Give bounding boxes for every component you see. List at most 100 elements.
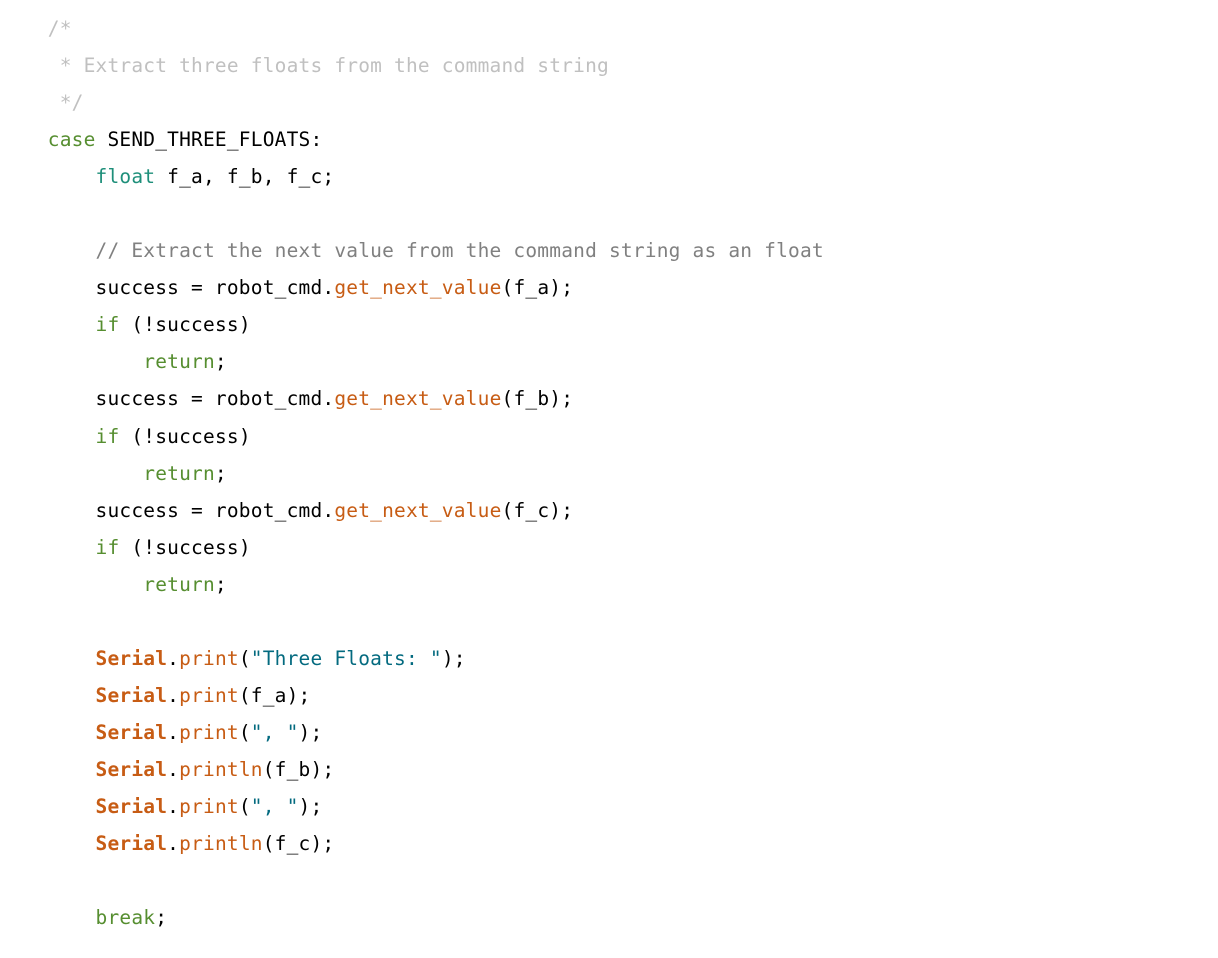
code-line: if (!success): [0, 425, 251, 448]
code-line: success = robot_cmd.get_next_value(f_a);: [0, 276, 573, 299]
code-token-keyword: break: [96, 906, 156, 929]
code-line: Serial.println(f_c);: [0, 832, 334, 855]
code-token-string: "Three Floats: ": [251, 647, 442, 670]
code-token-light-comment: */: [60, 91, 84, 114]
code-indent: [0, 462, 143, 485]
code-line: success = robot_cmd.get_next_value(f_b);: [0, 387, 573, 410]
code-indent: [0, 350, 143, 373]
code-token-black: (f_c);: [502, 499, 574, 522]
code-token-black: .: [167, 832, 179, 855]
code-indent: [0, 165, 96, 188]
code-token-black: (f_b);: [502, 387, 574, 410]
code-token-black: .: [167, 758, 179, 781]
code-line: */: [0, 91, 84, 114]
code-indent: [0, 758, 96, 781]
code-token-member: println: [179, 758, 263, 781]
code-token-black: );: [299, 795, 323, 818]
code-token-black: ;: [155, 906, 167, 929]
code-token-black: ;: [215, 573, 227, 596]
code-token-black: (!success): [119, 313, 250, 336]
code-token-dark-comment: // Extract the next value from the comma…: [96, 239, 824, 262]
code-token-serial: Serial: [96, 647, 168, 670]
code-token-black: .: [167, 647, 179, 670]
code-token-black: f_a, f_b, f_c;: [155, 165, 334, 188]
code-token-light-comment: * Extract three floats from the command …: [60, 54, 609, 77]
code-indent: [0, 647, 96, 670]
code-line: case SEND_THREE_FLOATS:: [0, 128, 322, 151]
code-line: return;: [0, 462, 227, 485]
code-line: Serial.print(", ");: [0, 795, 322, 818]
code-token-member: get_next_value: [334, 387, 501, 410]
code-indent: [0, 499, 96, 522]
code-token-keyword: if: [96, 536, 120, 559]
code-token-member: get_next_value: [334, 276, 501, 299]
code-token-black: (: [239, 721, 251, 744]
code-indent: [0, 832, 96, 855]
code-token-serial: Serial: [96, 795, 168, 818]
code-token-black: .: [167, 684, 179, 707]
code-token-keyword: return: [143, 462, 215, 485]
code-token-black: ;: [215, 350, 227, 373]
code-indent: [0, 387, 96, 410]
code-token-black: success = robot_cmd.: [96, 387, 335, 410]
code-token-member: println: [179, 832, 263, 855]
code-line: /*: [0, 17, 72, 40]
code-token-type: float: [96, 165, 156, 188]
code-line: Serial.print(f_a);: [0, 684, 310, 707]
code-token-black: success = robot_cmd.: [96, 276, 335, 299]
code-indent: [0, 17, 48, 40]
code-line: float f_a, f_b, f_c;: [0, 165, 334, 188]
code-token-member: get_next_value: [334, 499, 501, 522]
code-token-serial: Serial: [96, 684, 168, 707]
code-indent: [0, 573, 143, 596]
code-line: if (!success): [0, 313, 251, 336]
code-line: return;: [0, 350, 227, 373]
code-token-keyword: if: [96, 425, 120, 448]
code-token-black: (!success): [119, 425, 250, 448]
code-indent: [0, 54, 60, 77]
code-line: return;: [0, 573, 227, 596]
code-indent: [0, 128, 48, 151]
code-token-member: print: [179, 721, 239, 744]
code-token-serial: Serial: [96, 721, 168, 744]
code-token-black: success = robot_cmd.: [96, 499, 335, 522]
code-token-member: print: [179, 647, 239, 670]
code-token-black: );: [442, 647, 466, 670]
code-token-serial: Serial: [96, 832, 168, 855]
code-token-black: );: [299, 721, 323, 744]
code-indent: [0, 313, 96, 336]
code-token-member: print: [179, 795, 239, 818]
code-token-black: (: [239, 647, 251, 670]
code-line: break;: [0, 906, 167, 929]
code-token-member: print: [179, 684, 239, 707]
code-indent: [0, 276, 96, 299]
code-token-keyword: if: [96, 313, 120, 336]
code-token-black: (f_a);: [502, 276, 574, 299]
code-token-black: (!success): [119, 536, 250, 559]
code-token-black: (f_b);: [263, 758, 335, 781]
code-line: if (!success): [0, 536, 251, 559]
code-token-keyword: case: [48, 128, 96, 151]
code-indent: [0, 721, 96, 744]
code-token-black: SEND_THREE_FLOATS:: [96, 128, 323, 151]
code-indent: [0, 536, 96, 559]
code-token-string: ", ": [251, 795, 299, 818]
code-line: // Extract the next value from the comma…: [0, 239, 824, 262]
code-line: Serial.println(f_b);: [0, 758, 334, 781]
code-token-black: .: [167, 721, 179, 744]
code-token-string: ", ": [251, 721, 299, 744]
code-line: Serial.print("Three Floats: ");: [0, 647, 466, 670]
code-block: /* * Extract three floats from the comma…: [0, 0, 1218, 956]
code-line: success = robot_cmd.get_next_value(f_c);: [0, 499, 573, 522]
code-indent: [0, 239, 96, 262]
code-token-black: .: [167, 795, 179, 818]
code-token-keyword: return: [143, 573, 215, 596]
code-token-light-comment: /*: [48, 17, 72, 40]
code-token-black: ;: [215, 462, 227, 485]
code-indent: [0, 91, 60, 114]
code-indent: [0, 795, 96, 818]
code-token-keyword: return: [143, 350, 215, 373]
code-token-black: (f_a);: [239, 684, 311, 707]
code-token-serial: Serial: [96, 758, 168, 781]
code-token-black: (f_c);: [263, 832, 335, 855]
